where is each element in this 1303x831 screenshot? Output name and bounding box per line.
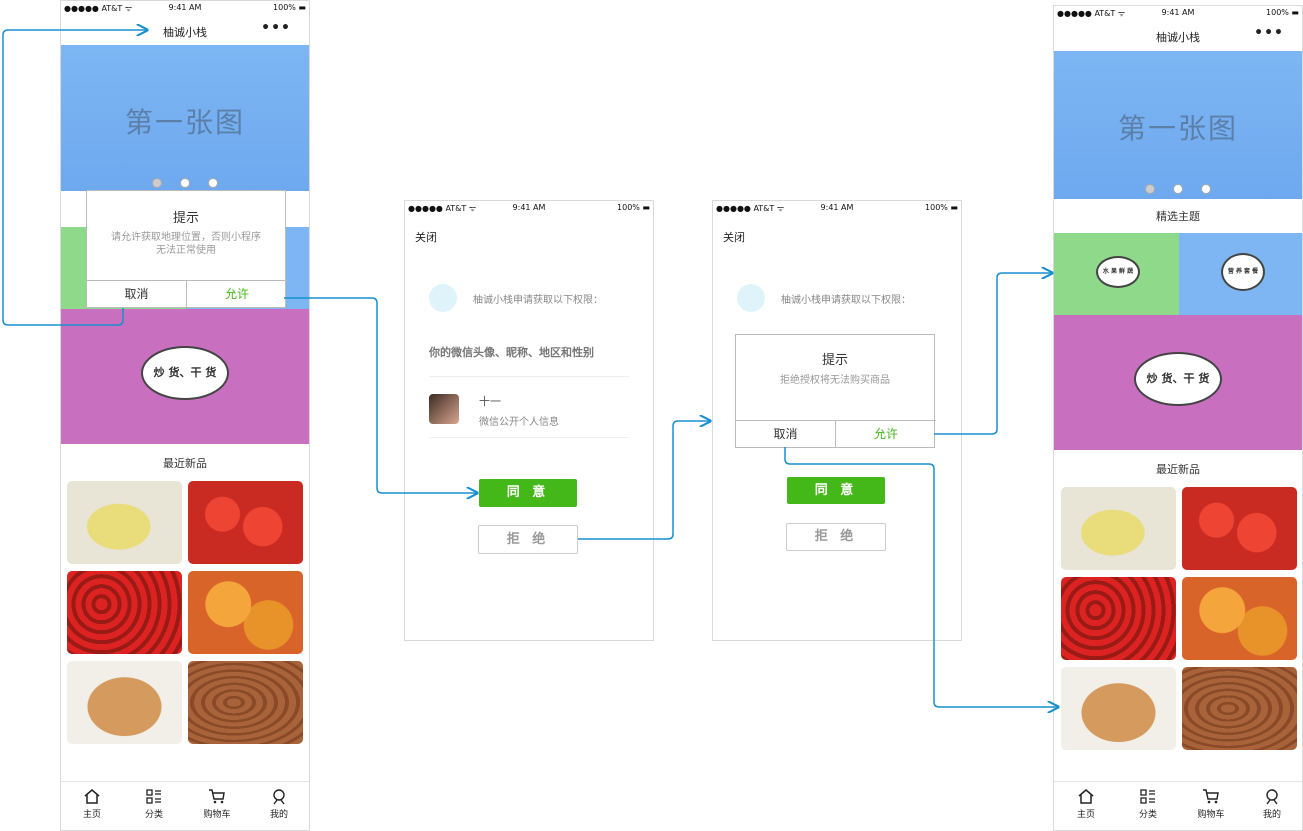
flow-arrow-allow-to-agree bbox=[284, 297, 477, 493]
flow-arrow-cancel-to-title bbox=[2, 30, 147, 326]
flow-arrow-reject-to-dialog bbox=[578, 421, 710, 540]
flow-arrow-allow-to-home bbox=[934, 273, 1052, 435]
flow-arrows bbox=[2, 0, 1303, 831]
flow-arrow-cancel-to-products bbox=[784, 447, 1058, 707]
